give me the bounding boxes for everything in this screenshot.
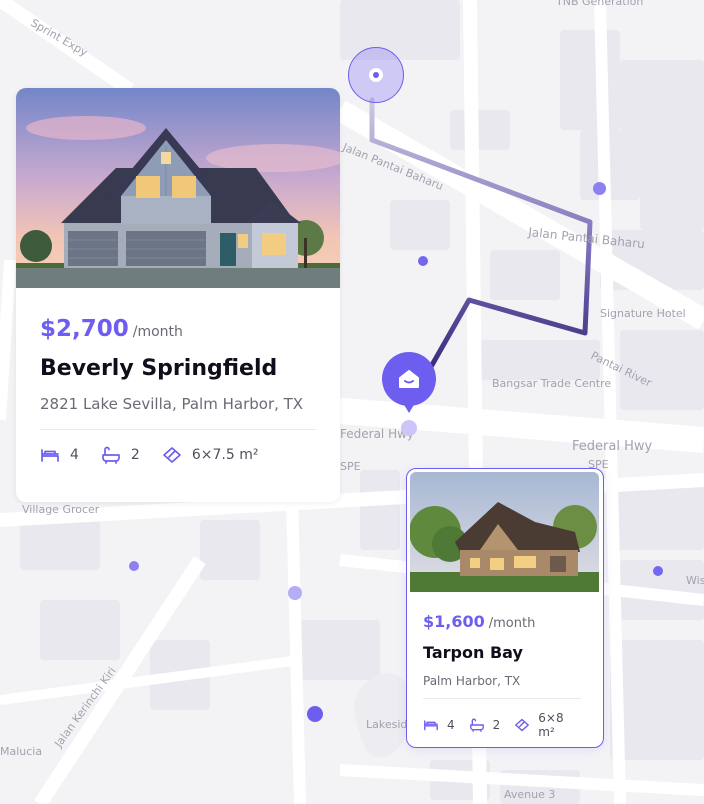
map-marker-dot[interactable] xyxy=(307,706,323,722)
baths-count: 2 xyxy=(492,718,501,732)
divider xyxy=(40,429,316,430)
divider xyxy=(423,698,581,699)
listing-address: Palm Harbor, TX xyxy=(423,674,521,688)
map-marker-dot[interactable] xyxy=(653,566,663,576)
area-size: 6×8 m² xyxy=(538,711,564,739)
listing-title: Beverly Springfield xyxy=(40,356,278,381)
baths-count: 2 xyxy=(130,447,140,463)
map-label: Village Grocer xyxy=(22,503,100,516)
area-icon xyxy=(514,718,530,732)
listing-address: 2821 Lake Sevilla, Palm Harbor, TX xyxy=(40,395,304,413)
map-marker-dot[interactable] xyxy=(401,420,417,436)
price-period: /month xyxy=(488,616,536,631)
listing-card-beverly-springfield[interactable]: $2,700 /month Beverly Springfield 2821 L… xyxy=(16,88,340,502)
map-label: Bangsar Trade Centre xyxy=(492,377,611,390)
map-marker-dot[interactable] xyxy=(129,561,139,571)
amenities-row: 4 2 6×7.5 m² xyxy=(40,446,316,464)
map-screen: Sprint Expy TNB Generation Jalan Pantai … xyxy=(0,0,704,804)
map-label: Malucia xyxy=(0,745,42,758)
bed-icon xyxy=(423,718,439,732)
bath-icon xyxy=(101,446,121,464)
map-label: Wis xyxy=(686,574,704,587)
map-label: Avenue 3 xyxy=(504,788,555,801)
map-marker-dot[interactable] xyxy=(418,256,428,266)
map-label: TNB Generation xyxy=(555,0,643,8)
home-pin-icon[interactable] xyxy=(381,351,437,415)
map-marker-dot[interactable] xyxy=(288,586,302,600)
suburban-house-photo xyxy=(16,88,340,288)
amenities-row: 4 2 6×8 m² xyxy=(423,711,587,739)
stone-house-photo xyxy=(410,472,599,592)
price-row: $1,600 /month xyxy=(423,612,587,631)
map-label: SPE xyxy=(340,460,361,473)
bath-icon xyxy=(469,718,485,732)
bed-icon xyxy=(40,446,60,464)
card-body: $2,700 /month Beverly Springfield 2821 L… xyxy=(16,288,340,464)
beds-count: 4 xyxy=(70,447,79,463)
listing-title: Tarpon Bay xyxy=(423,643,523,662)
card-body: $1,600 /month Tarpon Bay Palm Harbor, TX… xyxy=(407,592,603,739)
listing-card-tarpon-bay[interactable]: $1,600 /month Tarpon Bay Palm Harbor, TX… xyxy=(406,468,604,748)
price-period: /month xyxy=(132,324,183,340)
map-marker-dot[interactable] xyxy=(593,182,606,195)
price: $2,700 xyxy=(40,316,129,342)
area-size: 6×7.5 m² xyxy=(191,447,259,463)
location-pin-icon[interactable] xyxy=(348,47,404,103)
price-row: $2,700 /month xyxy=(40,316,316,342)
beds-count: 4 xyxy=(447,718,455,732)
price: $1,600 xyxy=(423,612,485,631)
area-icon xyxy=(162,446,182,464)
map-label: Signature Hotel xyxy=(600,307,686,320)
map-label: Federal Hwy xyxy=(572,439,652,454)
